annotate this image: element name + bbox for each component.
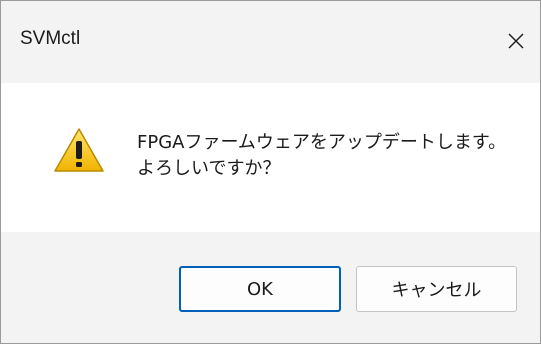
message-line-1: FPGAファームウェアをアップデートします。 (137, 132, 507, 153)
ok-button[interactable]: OK (179, 266, 341, 312)
message-line-2: よろしいですか？ (137, 158, 281, 179)
close-icon (508, 33, 524, 49)
cancel-button[interactable]: キャンセル (356, 266, 517, 312)
message-dialog: SVMctl FPGAファームウェアをアップデートします。 よろしいですか？ O… (0, 0, 541, 344)
close-button[interactable] (496, 21, 536, 61)
title-bar: SVMctl (1, 1, 540, 83)
button-bar: OK キャンセル (1, 232, 540, 343)
message-text: FPGAファームウェアをアップデートします。 よろしいですか？ (137, 130, 506, 182)
warning-icon (54, 128, 104, 172)
window-title: SVMctl (20, 28, 81, 49)
dialog-content: FPGAファームウェアをアップデートします。 よろしいですか？ (1, 83, 540, 232)
